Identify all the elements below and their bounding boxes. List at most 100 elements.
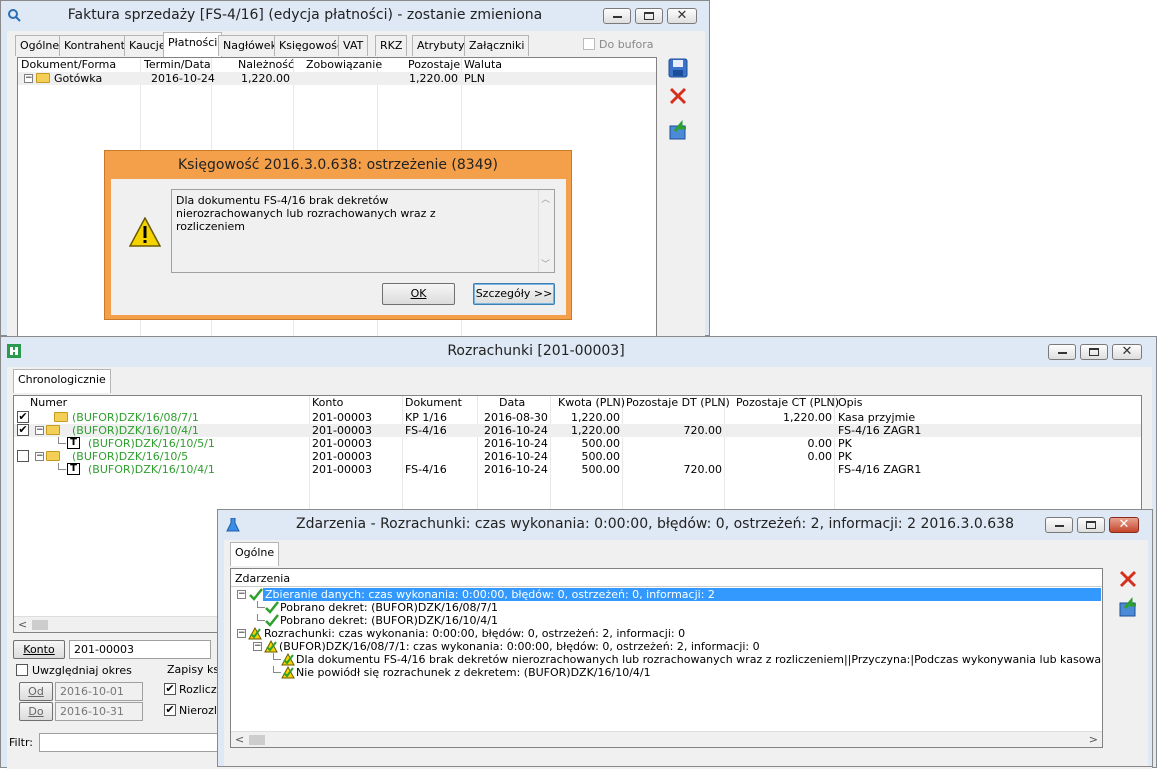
tree-connector bbox=[273, 653, 281, 660]
col-zobowiazanie[interactable]: Zobowiązanie bbox=[306, 58, 382, 72]
tab-ogolne[interactable]: Ogólne bbox=[230, 542, 280, 566]
event-item[interactable]: Pobrano dekret: (BUFOR)DZK/16/08/7/1 bbox=[231, 601, 1102, 614]
warning-check-icon bbox=[281, 653, 295, 666]
text-document-icon: T bbox=[67, 463, 80, 475]
table-row[interactable]: T (BUFOR)DZK/16/10/4/1 201-00003 FS-4/16… bbox=[14, 463, 1141, 476]
ok-button[interactable]: OK bbox=[382, 283, 455, 305]
col-konto[interactable]: Konto bbox=[312, 396, 343, 410]
tab-ksiegowosc[interactable]: Księgowość bbox=[274, 35, 348, 56]
col-naleznosc[interactable]: Należność bbox=[238, 58, 294, 72]
scroll-left-icon[interactable]: < bbox=[235, 733, 244, 746]
uwzgledniaj-checkbox[interactable] bbox=[16, 664, 28, 676]
success-check-icon bbox=[249, 588, 263, 601]
event-item[interactable]: − (BUFOR)DZK/16/08/7/1: czas wykonania: … bbox=[231, 640, 1102, 653]
faktura-tabs: Ogólne Kontrahent Kaucje Płatności Nagłó… bbox=[15, 32, 705, 57]
col-pozostaje-ct[interactable]: Pozostaje CT (PLN) bbox=[736, 396, 839, 410]
event-item[interactable]: − Zbieranie danych: czas wykonania: 0:00… bbox=[231, 588, 1102, 601]
text-document-icon: T bbox=[67, 437, 80, 449]
maximize-button[interactable] bbox=[1077, 517, 1105, 533]
success-check-icon bbox=[265, 614, 279, 627]
tab-zalaczniki[interactable]: Załączniki bbox=[464, 35, 530, 56]
table-row[interactable]: T (BUFOR)DZK/16/10/5/1 201-00003 2016-10… bbox=[14, 437, 1141, 450]
zdarzenia-window: Zdarzenia - Rozrachunki: czas wykonania:… bbox=[217, 509, 1153, 767]
tab-rkz[interactable]: RKZ bbox=[375, 35, 408, 56]
do-date-field[interactable]: 2016-10-31 bbox=[55, 702, 143, 721]
details-button[interactable]: Szczegóły >> bbox=[473, 283, 555, 305]
col-pozostaje[interactable]: Pozostaje bbox=[408, 58, 460, 72]
col-waluta[interactable]: Waluta bbox=[464, 58, 502, 72]
od-button[interactable]: Od bbox=[19, 682, 53, 701]
konto-button[interactable]: Konto bbox=[13, 640, 65, 659]
rozliczone-checkbox[interactable]: ✔ bbox=[164, 683, 176, 695]
do-button[interactable]: Do bbox=[19, 702, 53, 721]
do-bufora-checkbox[interactable] bbox=[583, 38, 595, 50]
zdarzenia-titlebar: Zdarzenia - Rozrachunki: czas wykonania:… bbox=[218, 510, 1152, 540]
maximize-button[interactable] bbox=[1080, 344, 1108, 360]
collapse-icon[interactable]: − bbox=[253, 642, 262, 651]
tab-chronologicznie[interactable]: Chronologicznie bbox=[13, 369, 111, 393]
col-kwota[interactable]: Kwota (PLN) bbox=[558, 396, 625, 410]
tree-connector bbox=[58, 463, 66, 470]
scroll-right-icon[interactable]: > bbox=[1089, 733, 1098, 746]
scroll-left-icon[interactable]: < bbox=[18, 618, 27, 631]
tab-platnosci[interactable]: Płatności bbox=[163, 32, 223, 57]
table-row[interactable]: ✔ − (BUFOR)DZK/16/10/4/1 201-00003 FS-4/… bbox=[14, 424, 1141, 437]
row-checkbox[interactable] bbox=[17, 450, 29, 462]
collapse-icon[interactable]: − bbox=[237, 629, 246, 638]
event-item[interactable]: Pobrano dekret: (BUFOR)DZK/16/10/4/1 bbox=[231, 614, 1102, 627]
row-checkbox[interactable]: ✔ bbox=[17, 424, 29, 436]
delete-icon[interactable] bbox=[667, 85, 689, 107]
tree-connector bbox=[58, 437, 66, 444]
table-row[interactable]: − (BUFOR)DZK/16/10/5 201-00003 2016-10-2… bbox=[14, 450, 1141, 463]
delete-icon[interactable] bbox=[1117, 568, 1139, 590]
tab-ogolne[interactable]: Ogólne bbox=[15, 35, 65, 56]
maximize-button[interactable] bbox=[635, 8, 663, 24]
row-checkbox[interactable]: ✔ bbox=[17, 411, 29, 423]
tab-atrybuty[interactable]: Atrybuty bbox=[412, 35, 470, 56]
od-date-field[interactable]: 2016-10-01 bbox=[55, 682, 143, 701]
konto-field[interactable]: 201-00003 bbox=[69, 640, 211, 659]
save-icon[interactable] bbox=[667, 57, 689, 79]
collapse-icon[interactable]: − bbox=[35, 426, 44, 435]
export-icon[interactable] bbox=[667, 119, 689, 141]
tab-kontrahent[interactable]: Kontrahent bbox=[59, 35, 130, 56]
scroll-thumb[interactable] bbox=[249, 735, 265, 745]
table-row[interactable]: − Gotówka 2016-10-24 1,220.00 1,220.00 P… bbox=[18, 72, 656, 85]
minimize-button[interactable] bbox=[1045, 517, 1073, 533]
event-item[interactable]: Dla dokumentu FS-4/16 brak dekretów nier… bbox=[231, 653, 1102, 666]
col-termin-data[interactable]: Termin/Data bbox=[144, 58, 211, 72]
horizontal-scrollbar[interactable]: < > bbox=[231, 731, 1102, 747]
minimize-button[interactable] bbox=[1048, 344, 1076, 360]
close-button[interactable]: ✕ bbox=[1112, 344, 1142, 360]
col-dokument[interactable]: Dokument bbox=[405, 396, 462, 410]
collapse-icon[interactable]: − bbox=[24, 74, 33, 83]
minimize-button[interactable] bbox=[603, 8, 631, 24]
collapse-icon[interactable]: − bbox=[237, 590, 246, 599]
col-numer[interactable]: Numer bbox=[30, 396, 67, 410]
dialog-scrollbar[interactable]: ︿ ﹀ bbox=[538, 190, 554, 272]
rozrachunki-title: Rozrachunki [201-00003] bbox=[447, 343, 625, 359]
nierozliczone-checkbox[interactable]: ✔ bbox=[164, 704, 176, 716]
export-icon[interactable] bbox=[1117, 596, 1139, 618]
event-item[interactable]: − Rozrachunki: czas wykonania: 0:00:00, … bbox=[231, 627, 1102, 640]
tab-vat[interactable]: VAT bbox=[338, 35, 369, 56]
tree-connector bbox=[257, 614, 265, 621]
zdarzenia-tree: Zdarzenia − Zbieranie danych: czas wykon… bbox=[230, 568, 1103, 748]
filtr-input[interactable] bbox=[39, 733, 219, 752]
scroll-thumb[interactable] bbox=[32, 620, 48, 630]
scroll-down-icon[interactable]: ﹀ bbox=[541, 257, 550, 270]
tab-naglowek[interactable]: Nagłówek bbox=[218, 35, 282, 56]
rozrachunki-titlebar: Rozrachunki [201-00003] ✕ bbox=[1, 337, 1156, 367]
collapse-icon[interactable]: − bbox=[35, 452, 44, 461]
col-data[interactable]: Data bbox=[499, 396, 525, 410]
col-opis[interactable]: Opis bbox=[838, 396, 862, 410]
col-pozostaje-dt[interactable]: Pozostaje DT (PLN) bbox=[626, 396, 730, 410]
event-item[interactable]: Nie powiódł się rozrachunek z dekretem: … bbox=[231, 666, 1102, 679]
scroll-up-icon[interactable]: ︿ bbox=[541, 192, 550, 205]
horizontal-scrollbar[interactable]: < bbox=[14, 616, 224, 632]
close-button[interactable]: ✕ bbox=[667, 8, 697, 24]
col-dokument-forma[interactable]: Dokument/Forma bbox=[21, 58, 116, 72]
table-row[interactable]: ✔ (BUFOR)DZK/16/08/7/1 201-00003 KP 1/16… bbox=[14, 411, 1141, 424]
close-button[interactable]: ✕ bbox=[1109, 517, 1139, 533]
dialog-title: Księgowość 2016.3.0.638: ostrzeżenie (83… bbox=[178, 157, 498, 173]
